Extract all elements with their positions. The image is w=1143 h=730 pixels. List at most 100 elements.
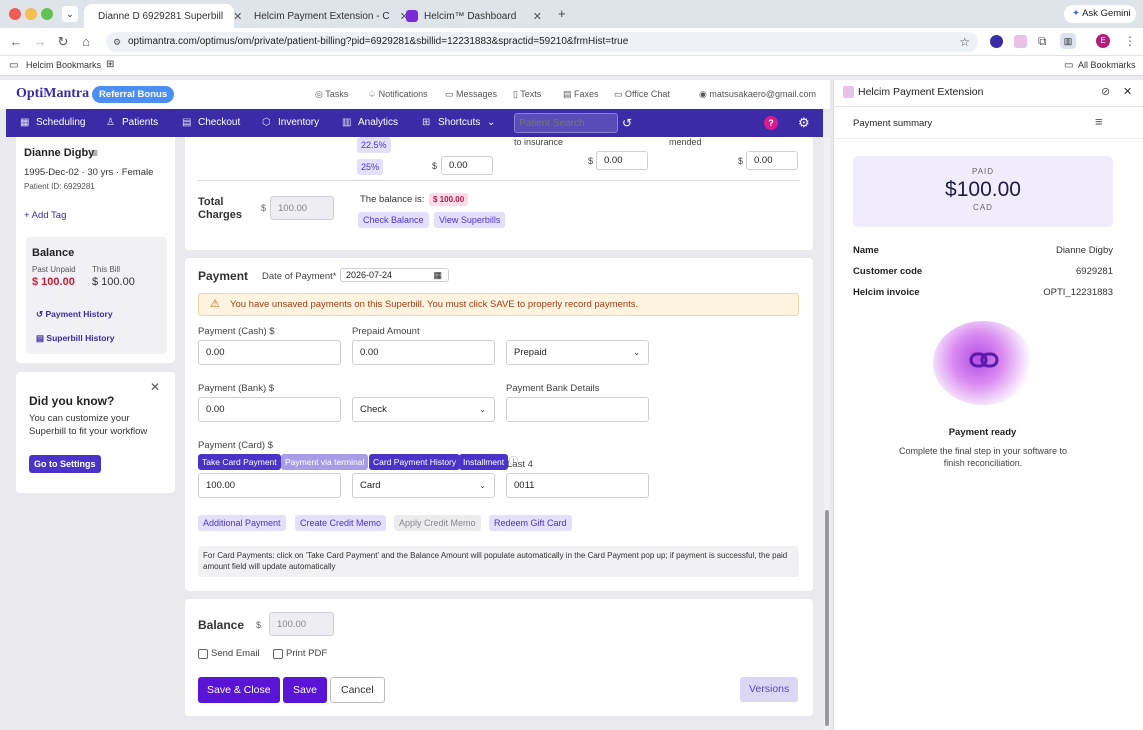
apply-credit-memo-button[interactable]: Apply Credit Memo — [394, 515, 481, 531]
puzzle-extensions-icon[interactable]: ⧉ — [1038, 34, 1047, 49]
installment-button[interactable]: Installment — [459, 454, 509, 470]
bookmarks-bar: ▭ Helcim Bookmarks ⊞ ▭ All Bookmarks — [0, 56, 1143, 76]
nav-analytics[interactable]: ▥ Analytics — [342, 109, 398, 137]
print-pdf-option[interactable]: Print PDF — [273, 648, 327, 659]
profile-avatar[interactable]: E — [1096, 34, 1110, 48]
superbill-history-link[interactable]: ▤ Superbill History — [36, 333, 114, 344]
messages-link[interactable]: ▭ Messages — [445, 89, 497, 100]
send-email-option[interactable]: Send Email — [198, 648, 260, 659]
browser-menu-icon[interactable]: ⋮ — [1124, 34, 1136, 48]
take-card-payment-button[interactable]: Take Card Payment — [198, 454, 281, 470]
nav-inventory[interactable]: ⬡ Inventory — [262, 109, 319, 137]
card-payment-history-button[interactable]: Card Payment History — [369, 454, 461, 470]
adjustment-amount-input[interactable]: 0.00 — [441, 156, 493, 175]
amended-amount-input[interactable]: 0.00 — [746, 151, 798, 170]
nav-checkout[interactable]: ▤ Checkout — [182, 109, 240, 137]
insurance-amount-input[interactable]: 0.00 — [596, 151, 648, 170]
prepaid-type-select[interactable]: Prepaid ⌄ — [506, 340, 649, 365]
site-info-icon[interactable]: ⚙ — [113, 32, 121, 52]
bookmark-folder-helcim[interactable]: Helcim Bookmarks — [26, 60, 101, 70]
total-charges-input[interactable]: 100.00 — [270, 196, 334, 220]
ask-gemini-button[interactable]: ✦ Ask Gemini — [1064, 5, 1136, 23]
add-tag-link[interactable]: + Add Tag — [24, 210, 66, 221]
notifications-link[interactable]: ♤ Notifications — [368, 89, 428, 100]
close-panel-icon[interactable]: ✕ — [1123, 85, 1132, 98]
back-arrow-icon[interactable]: ← — [8, 34, 24, 50]
tasks-link[interactable]: ◎ Tasks — [315, 89, 348, 100]
maximize-window-icon[interactable] — [41, 8, 53, 20]
unpin-icon[interactable]: ⊘ — [1101, 85, 1110, 98]
patient-card: Dianne Digby ≡ 1995-Dec-02 · 30 yrs · Fe… — [16, 137, 175, 363]
page-scrollbar-thumb[interactable] — [825, 510, 829, 726]
bookmark-star-icon[interactable]: ☆ — [959, 32, 970, 52]
texts-link[interactable]: ▯ Texts — [513, 89, 541, 100]
user-account-link[interactable]: ◉ matsusakaero@gmail.com — [699, 89, 816, 100]
home-icon[interactable]: ⌂ — [78, 34, 94, 50]
versions-button[interactable]: Versions — [740, 677, 799, 702]
go-to-settings-button[interactable]: Go to Settings — [29, 455, 101, 473]
optimantra-logo[interactable]: OptiMantra — [16, 86, 89, 102]
additional-payment-button[interactable]: Additional Payment — [198, 515, 286, 531]
receipt-icon: ▤ — [182, 117, 192, 128]
url-field[interactable]: ⚙ optimantra.com/optimus/om/private/pati… — [106, 32, 978, 52]
bank-details-input[interactable] — [506, 397, 649, 422]
close-window-icon[interactable] — [9, 8, 21, 20]
all-bookmarks-link[interactable]: All Bookmarks — [1078, 60, 1136, 70]
nav-patients[interactable]: ♙ Patients — [106, 109, 158, 137]
tab-helcim-dashboard[interactable]: Helcim™ Dashboard ✕ — [398, 4, 550, 28]
minimize-window-icon[interactable] — [25, 8, 37, 20]
tab-superbill[interactable]: Dianne D 6929281 Superbill ✕ — [84, 4, 242, 28]
footer-balance-input[interactable]: 100.00 — [269, 612, 334, 636]
date-of-payment-input[interactable]: 2026-07-24 ▦ — [340, 268, 449, 282]
reload-icon[interactable]: ↻ — [55, 34, 71, 50]
payment-history-link[interactable]: ↺ Payment History — [36, 309, 113, 320]
close-icon[interactable]: ✕ — [150, 380, 160, 394]
bank-method-select[interactable]: Check ⌄ — [352, 397, 495, 422]
save-and-close-button[interactable]: Save & Close — [198, 677, 280, 703]
settings-gear-icon[interactable]: ⚙ — [798, 109, 810, 137]
new-tab-icon[interactable]: + — [558, 6, 566, 21]
forward-arrow-icon[interactable]: → — [32, 34, 48, 50]
tab-helcim-extension[interactable]: Helcim Payment Extension - C ✕ — [240, 4, 409, 28]
hamburger-menu-icon[interactable]: ≡ — [1095, 114, 1103, 129]
save-button[interactable]: Save — [283, 677, 327, 703]
cash-payment-input[interactable]: 0.00 — [198, 340, 341, 365]
summary-row-customer-code: Customer code 6929281 — [853, 266, 1113, 277]
info-icon[interactable]: ⓘ — [509, 454, 518, 467]
patient-search-input[interactable] — [514, 113, 618, 133]
nav-shortcuts[interactable]: ⊞ Shortcuts ⌄ — [422, 109, 495, 137]
apps-grid-icon[interactable]: ⊞ — [106, 59, 114, 70]
nav-scheduling[interactable]: ▦ Scheduling — [20, 109, 85, 137]
card-payment-input[interactable]: 100.00 — [198, 473, 341, 498]
card-type-select[interactable]: Card ⌄ — [352, 473, 495, 498]
prepaid-amount-input[interactable]: 0.00 — [352, 340, 495, 365]
patient-name[interactable]: Dianne Digby — [24, 147, 94, 159]
history-icon[interactable]: ↺ — [622, 109, 632, 137]
bank-payment-input[interactable]: 0.00 — [198, 397, 341, 422]
view-superbills-button[interactable]: View Superbills — [434, 212, 506, 228]
patient-menu-icon[interactable]: ≡ — [91, 146, 98, 160]
extension-icon[interactable] — [990, 35, 1003, 48]
help-button[interactable]: ? — [764, 116, 778, 130]
check-balance-button[interactable]: Check Balance — [358, 212, 429, 228]
currency: CAD — [973, 203, 993, 212]
office-chat-link[interactable]: ▭ Office Chat — [614, 89, 670, 100]
referral-bonus-button[interactable]: Referral Bonus — [92, 86, 175, 103]
total-dollar-sign: $ — [261, 203, 267, 213]
create-credit-memo-button[interactable]: Create Credit Memo — [295, 515, 387, 531]
payment-via-terminal-button[interactable]: Payment via terminal — [281, 454, 369, 470]
faxes-link[interactable]: ▤ Faxes — [563, 89, 599, 100]
redeem-gift-card-button[interactable]: Redeem Gift Card — [489, 515, 572, 531]
print-pdf-checkbox[interactable] — [273, 649, 283, 659]
calendar-icon[interactable]: ▦ — [433, 269, 442, 281]
send-email-checkbox[interactable] — [198, 649, 208, 659]
app-header: OptiMantra Referral Bonus ◎ Tasks ♤ Noti… — [0, 80, 830, 109]
side-panel-icon[interactable]: ▥ — [1060, 33, 1076, 49]
cancel-button[interactable]: Cancel — [330, 677, 385, 703]
tab-search-chevron-icon[interactable]: ⌄ — [62, 6, 78, 22]
discount-pct-2[interactable]: 25% — [357, 159, 384, 175]
helcim-extension-icon[interactable] — [1014, 35, 1027, 48]
last-4-input[interactable]: 0011 — [506, 473, 649, 498]
close-tab-icon[interactable]: ✕ — [523, 10, 542, 23]
discount-pct-1[interactable]: 22.5% — [357, 137, 391, 153]
